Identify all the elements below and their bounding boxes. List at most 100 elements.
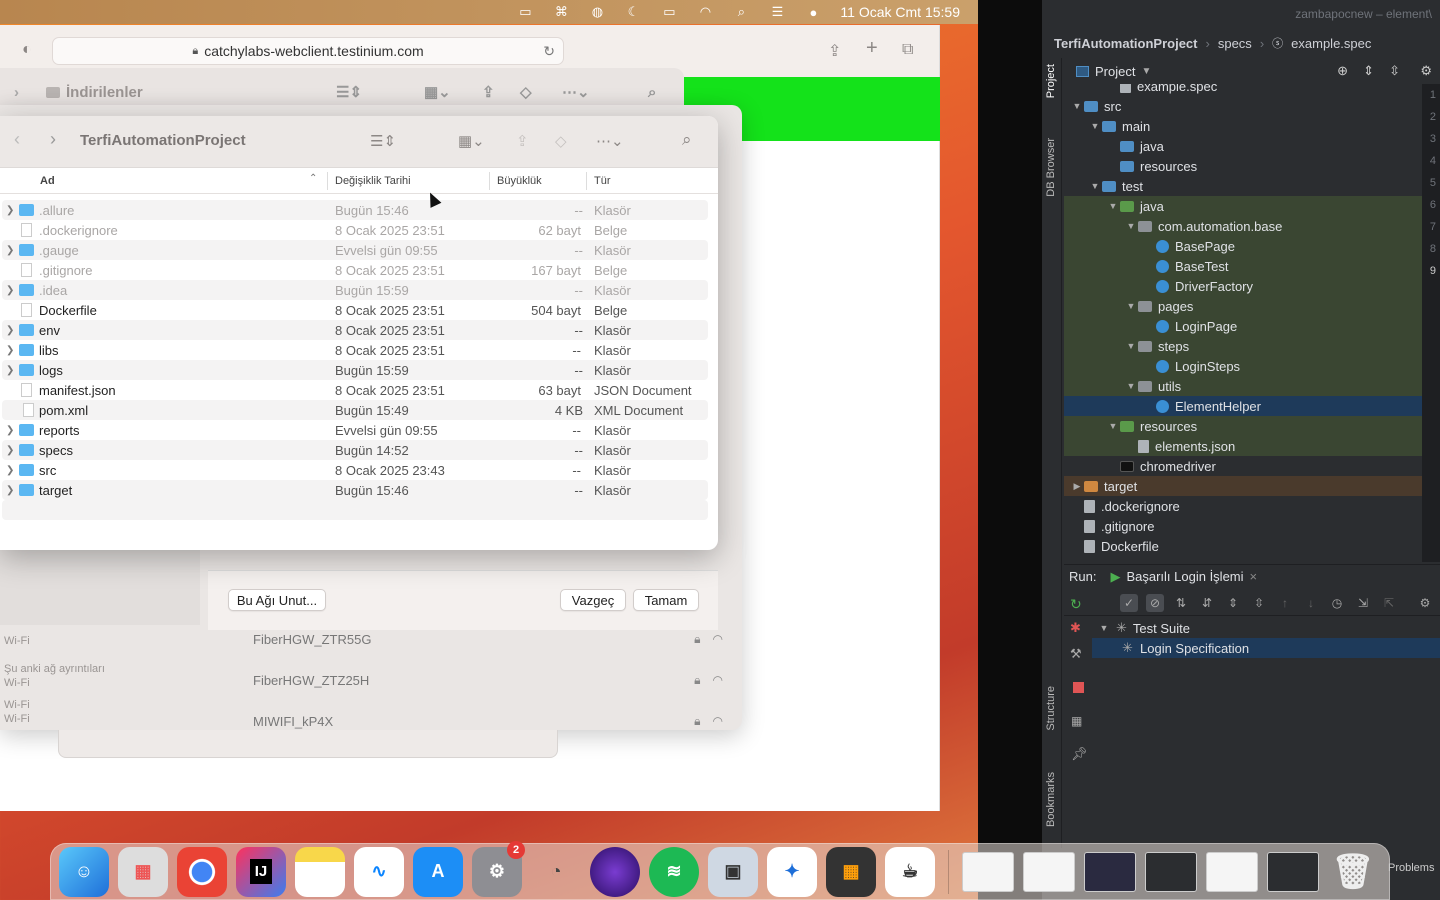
chevron-down-icon[interactable]: ▼ bbox=[1070, 101, 1084, 111]
stop-icon[interactable] bbox=[1073, 682, 1084, 693]
new-tab-icon[interactable]: + bbox=[866, 37, 878, 60]
rerun-icon[interactable]: ↻ bbox=[1070, 596, 1082, 613]
freeform-app-icon[interactable]: ∿ bbox=[354, 846, 404, 897]
breadcrumb-file[interactable]: example.spec bbox=[1291, 36, 1371, 51]
search-icon[interactable]: ⌕ bbox=[648, 84, 656, 101]
ok-button[interactable]: Tamam bbox=[633, 589, 699, 611]
project-tree-node[interactable]: example.spec bbox=[1064, 84, 1422, 96]
column-divider[interactable] bbox=[586, 172, 587, 190]
project-tree-node[interactable]: ElementHelper bbox=[1064, 396, 1422, 416]
stage-manager-icon[interactable]: ▭ bbox=[516, 4, 534, 19]
calculator-app-icon[interactable]: ▦ bbox=[826, 846, 876, 897]
project-tree-node[interactable]: ▼ src bbox=[1064, 96, 1422, 116]
minimized-window-thumbnail[interactable] bbox=[1267, 851, 1319, 892]
column-name[interactable]: Ad bbox=[40, 175, 55, 187]
chevron-right-icon[interactable]: ❯ bbox=[6, 445, 16, 456]
gear-icon[interactable]: ⚙ bbox=[1416, 594, 1434, 612]
sort-alpha-icon[interactable]: ⇅ bbox=[1172, 594, 1190, 612]
file-row[interactable]: ❯ libs 8 Ocak 2025 23:51 -- Klasör bbox=[0, 340, 718, 360]
file-row[interactable]: pom.xml Bugün 15:49 4 KB XML Document bbox=[2, 400, 708, 420]
chevron-right-icon[interactable]: ❯ bbox=[6, 465, 16, 476]
tag-icon[interactable]: ◇ bbox=[520, 83, 532, 101]
file-row[interactable]: ❯ .idea Bugün 15:59 -- Klasör bbox=[2, 280, 708, 300]
list-view-icon[interactable]: ☰⇕ bbox=[336, 83, 362, 101]
control-center-icon[interactable]: ☰ bbox=[768, 4, 786, 19]
file-row[interactable]: ❯ logs Bugün 15:59 -- Klasör bbox=[2, 360, 708, 380]
chevron-right-icon[interactable]: ❯ bbox=[6, 425, 16, 436]
chevron-down-icon[interactable]: ▼ bbox=[1106, 201, 1120, 211]
grid-view-icon[interactable]: ▦⌄ bbox=[424, 83, 451, 101]
project-tree-node[interactable]: BasePage bbox=[1064, 236, 1422, 256]
project-tree-node[interactable]: ▼ com.automation.base bbox=[1064, 216, 1422, 236]
chevron-right-icon[interactable]: ❯ bbox=[6, 325, 16, 336]
breadcrumb-specs[interactable]: specs bbox=[1218, 36, 1252, 51]
locate-icon[interactable]: ⊕ bbox=[1337, 63, 1348, 79]
minimized-window-thumbnail[interactable] bbox=[1023, 851, 1075, 892]
project-tree-node[interactable]: ▼ steps bbox=[1064, 336, 1422, 356]
project-tree-node[interactable]: elements.json bbox=[1064, 436, 1422, 456]
chevron-right-icon[interactable]: ❯ bbox=[6, 245, 16, 256]
column-divider[interactable] bbox=[327, 172, 328, 190]
import-tests-icon[interactable]: ⇲ bbox=[1354, 594, 1372, 612]
spotify-app-icon[interactable]: ≋ bbox=[649, 846, 699, 897]
sidebar-current-network[interactable]: Şu anki ağ ayrıntıları bbox=[4, 662, 105, 676]
project-tree-node[interactable]: ▼ pages bbox=[1064, 296, 1422, 316]
column-size[interactable]: Büyüklük bbox=[497, 175, 542, 187]
collapse-all-icon[interactable]: ⇳ bbox=[1250, 594, 1268, 612]
chevron-down-icon[interactable]: ▼ bbox=[1106, 421, 1120, 431]
previous-failed-icon[interactable]: ↑ bbox=[1276, 594, 1294, 612]
breadcrumb-project[interactable]: TerfiAutomationProject bbox=[1054, 36, 1198, 51]
project-tree-node[interactable]: Dockerfile bbox=[1064, 536, 1422, 556]
network-row[interactable]: FiberHGW_ZTZ25H 🔒︎ ◠ bbox=[253, 669, 723, 691]
project-tool-tab[interactable]: Project bbox=[1045, 64, 1057, 98]
address-bar[interactable]: 🔒︎ catchylabs-webclient.testinium.com ↻ bbox=[52, 37, 564, 65]
project-tree-node[interactable]: .gitignore bbox=[1064, 516, 1422, 536]
network-row[interactable]: MIWIFI_kP4X 🔒︎ ◠ bbox=[253, 710, 723, 732]
next-failed-icon[interactable]: ↓ bbox=[1302, 594, 1320, 612]
forward-chevron-icon[interactable]: › bbox=[50, 129, 56, 150]
project-tree-node[interactable]: resources bbox=[1064, 156, 1422, 176]
column-divider[interactable] bbox=[489, 172, 490, 190]
tabs-overview-icon[interactable]: ⧉ bbox=[902, 41, 913, 59]
show-ignored-icon[interactable]: ⊘ bbox=[1146, 593, 1164, 612]
trash-icon[interactable]: 🗑︎ bbox=[1328, 847, 1378, 897]
minimized-window-thumbnail[interactable] bbox=[1084, 851, 1136, 892]
chevron-right-icon[interactable]: ▶ bbox=[1070, 481, 1084, 492]
expand-all-icon[interactable]: ⇕ bbox=[1224, 594, 1242, 612]
column-date[interactable]: Değişiklik Tarihi bbox=[335, 175, 411, 187]
sort-duration-icon[interactable]: ⇵ bbox=[1198, 594, 1216, 612]
battery-icon[interactable]: ▭ bbox=[660, 4, 678, 19]
app-switcher-icon[interactable]: ⌘ bbox=[552, 4, 570, 19]
export-tests-icon[interactable]: ⇱ bbox=[1380, 594, 1398, 612]
close-tab-icon[interactable]: × bbox=[1250, 569, 1258, 584]
list-view-icon[interactable]: ☰⇕ bbox=[370, 132, 396, 150]
siri-icon[interactable]: ● bbox=[804, 5, 822, 20]
chevron-down-icon[interactable]: ▼ bbox=[1124, 221, 1138, 231]
chrome-app-icon[interactable] bbox=[177, 846, 227, 897]
project-tree-node[interactable]: ▶ target bbox=[1064, 476, 1422, 496]
preview-app-icon[interactable]: ▣ bbox=[708, 846, 758, 897]
structure-tool-tab[interactable]: Structure bbox=[1045, 686, 1057, 731]
file-row[interactable]: ❯ env 8 Ocak 2025 23:51 -- Klasör bbox=[2, 320, 708, 340]
chevron-right-icon[interactable]: ❯ bbox=[6, 345, 16, 356]
file-row[interactable]: ❯ reports Evvelsi gün 09:55 -- Klasör bbox=[0, 420, 718, 440]
project-tree-node[interactable]: ▼ resources bbox=[1064, 416, 1422, 436]
moon-icon[interactable]: ☾ bbox=[624, 4, 642, 19]
test-suite-node[interactable]: ▼ ✳ Test Suite bbox=[1092, 618, 1440, 638]
app-store-app-icon[interactable]: A bbox=[413, 846, 463, 897]
intellij-app-icon[interactable]: IJ bbox=[236, 846, 286, 897]
project-tree-node[interactable]: ▼ utils bbox=[1064, 376, 1422, 396]
history-icon[interactable]: ◷ bbox=[1328, 594, 1346, 612]
java-app-icon[interactable]: ☕︎ bbox=[885, 846, 935, 897]
pin-icon[interactable]: 📌︎ bbox=[1071, 746, 1088, 762]
problems-tab[interactable]: Problems bbox=[1388, 862, 1434, 874]
chevron-right-icon[interactable]: ❯ bbox=[6, 365, 16, 376]
more-icon[interactable]: ⋯⌄ bbox=[596, 132, 624, 150]
launchpad-app-icon[interactable]: ▦ bbox=[118, 846, 168, 897]
safari-app-icon[interactable]: ✦ bbox=[767, 846, 817, 897]
gear-icon[interactable]: ⚙ bbox=[1420, 63, 1432, 79]
wifi-icon[interactable]: ◠ bbox=[696, 4, 714, 19]
forget-network-button[interactable]: Bu Ağı Unut... bbox=[228, 589, 326, 611]
layout-icon[interactable]: ▦ bbox=[1071, 714, 1082, 728]
more-icon[interactable]: ⋯⌄ bbox=[562, 83, 590, 101]
